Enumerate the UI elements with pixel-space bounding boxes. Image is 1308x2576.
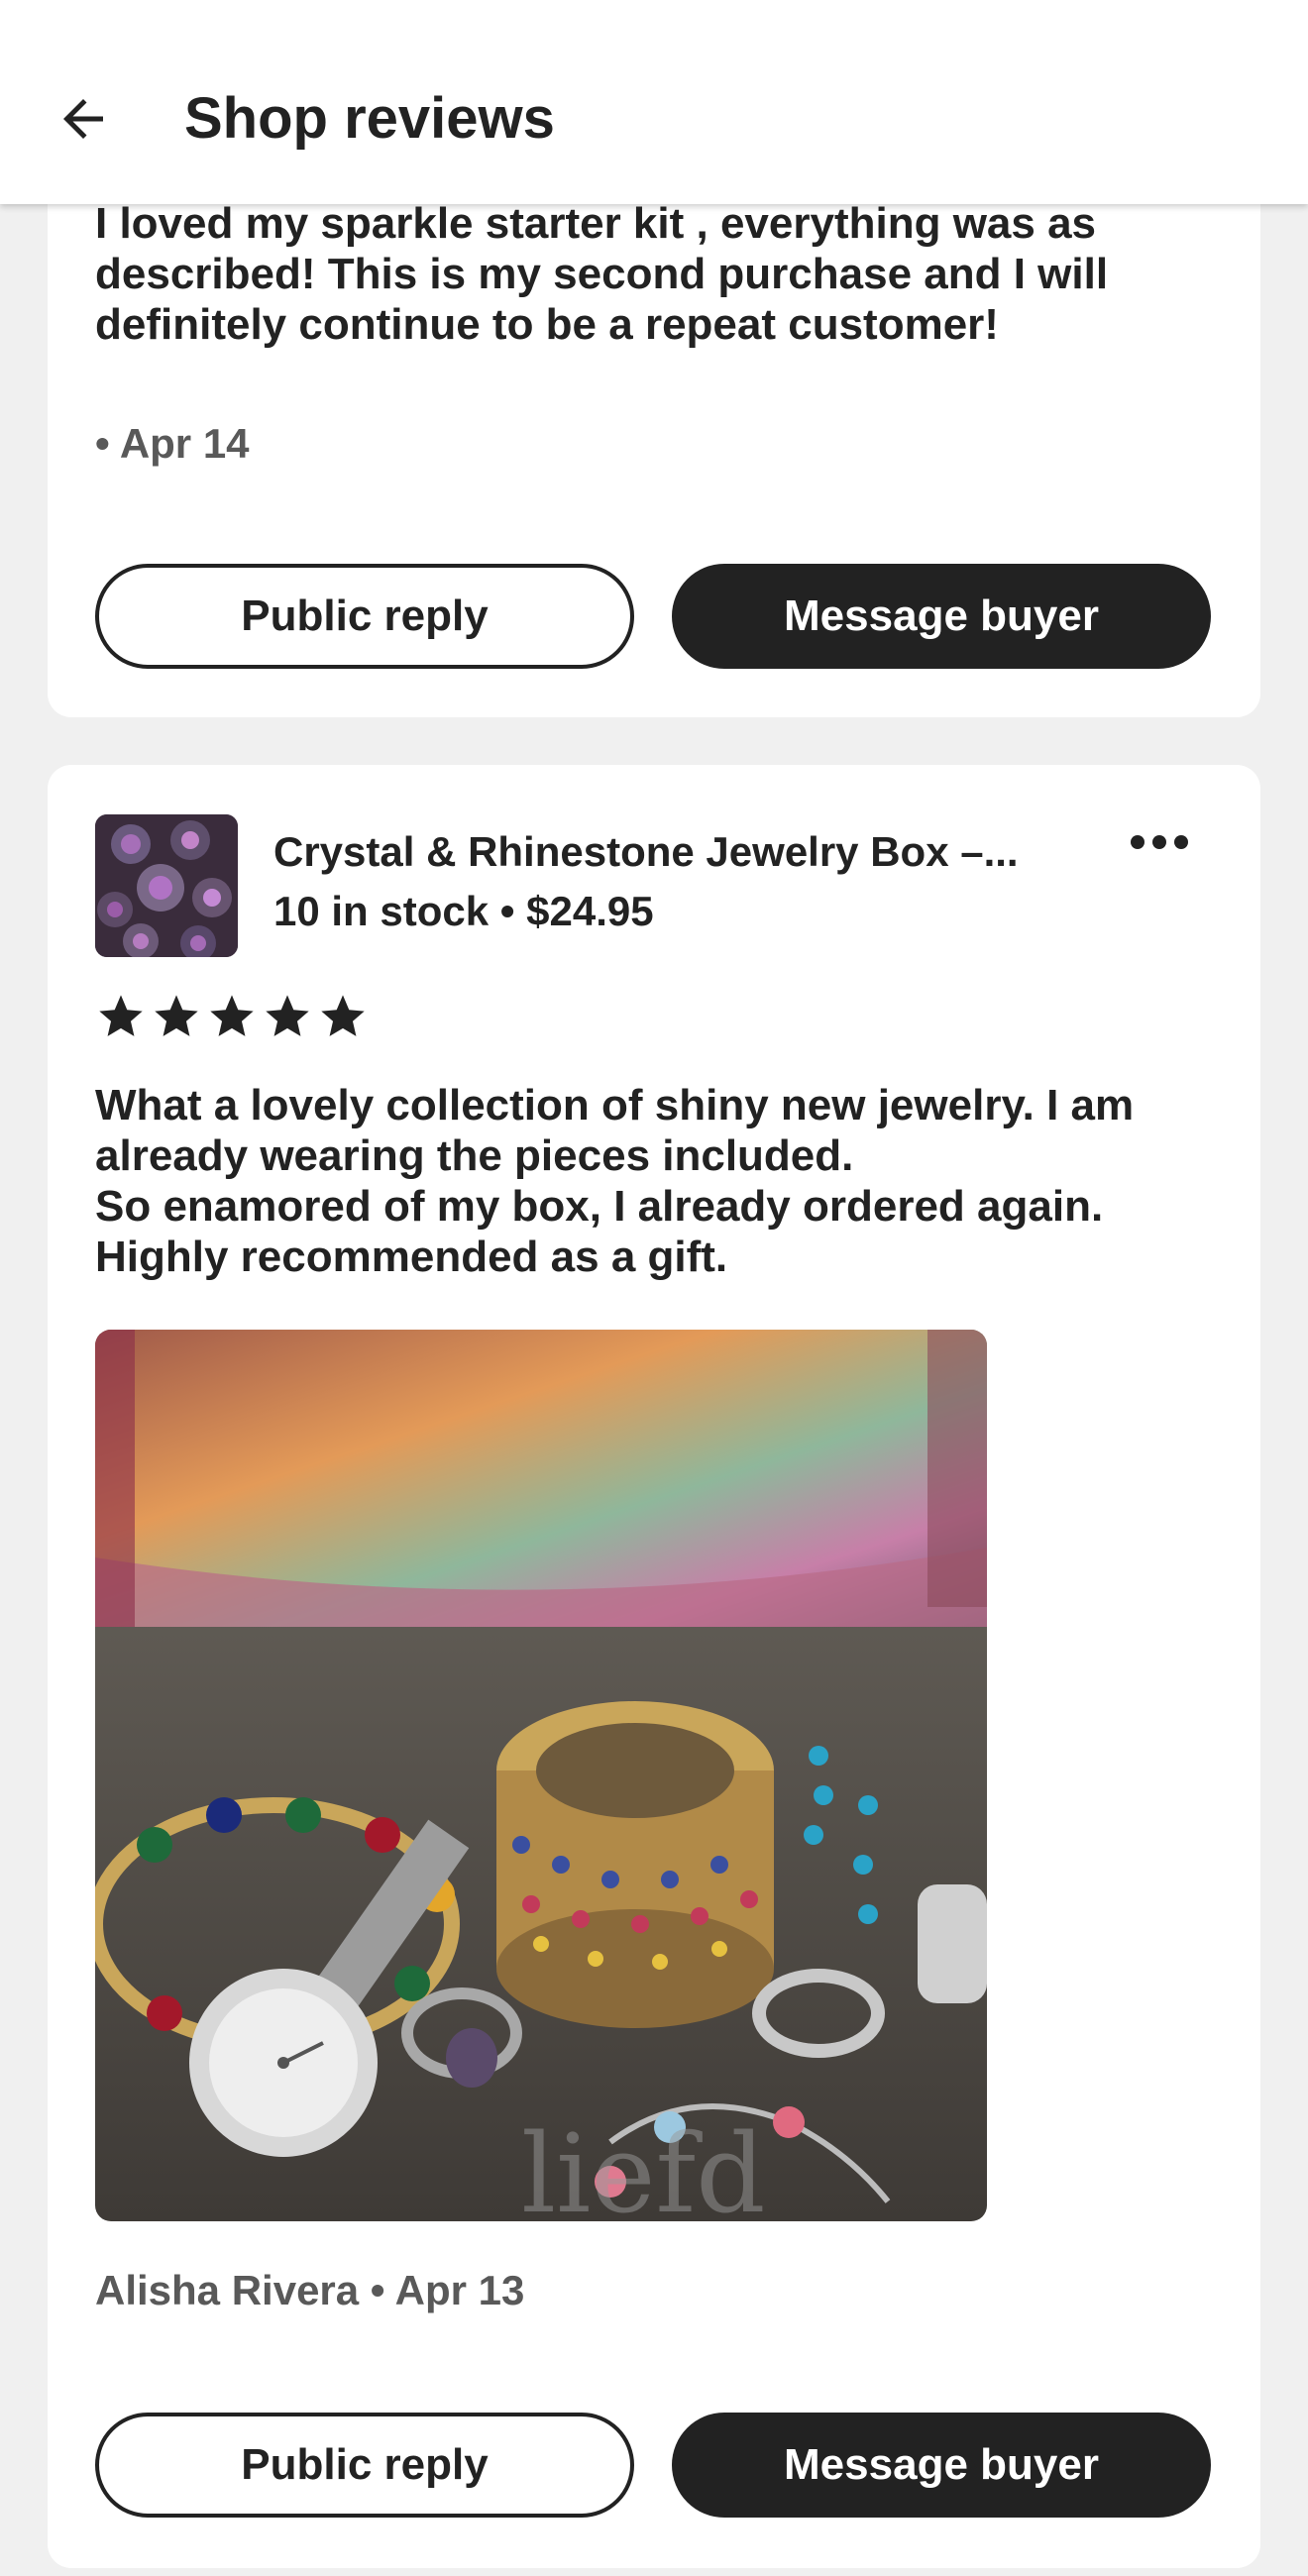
public-reply-button[interactable]: Public reply: [95, 564, 634, 669]
app-bar: Shop reviews: [0, 0, 1308, 204]
svg-text:liefd: liefd: [521, 2110, 766, 2221]
product-title[interactable]: Crystal & Rhinestone Jewelry Box –...: [273, 826, 1066, 878]
review-text: I loved my sparkle starter kit , everyth…: [95, 199, 1109, 349]
review-text: What a lovely collection of shiny new je…: [95, 1081, 1135, 1281]
more-horizontal-icon: [1131, 835, 1188, 849]
message-buyer-button[interactable]: Message buyer: [672, 2413, 1211, 2518]
review-meta: Alisha Rivera • Apr 13: [95, 2267, 525, 2313]
star-icon: [99, 995, 143, 1036]
public-reply-button[interactable]: Public reply: [95, 2413, 634, 2518]
more-options-button[interactable]: [1112, 812, 1207, 872]
message-buyer-button[interactable]: Message buyer: [672, 564, 1211, 669]
star-icon: [210, 995, 254, 1036]
page-title: Shop reviews: [184, 86, 555, 151]
product-stock-price: 10 in stock • $24.95: [273, 888, 654, 934]
review-card: Crystal & Rhinestone Jewelry Box –... 10…: [48, 765, 1260, 2568]
back-button[interactable]: [40, 75, 127, 162]
star-icon: [155, 995, 198, 1036]
review-meta: • Apr 14: [95, 420, 250, 467]
star-rating: [95, 991, 369, 1042]
review-card: I loved my sparkle starter kit , everyth…: [48, 119, 1260, 717]
star-icon: [321, 995, 365, 1036]
arrow-left-icon: [63, 99, 103, 139]
product-thumbnail[interactable]: [95, 814, 238, 957]
review-photo[interactable]: liefd: [95, 1330, 987, 2221]
star-icon: [266, 995, 309, 1036]
